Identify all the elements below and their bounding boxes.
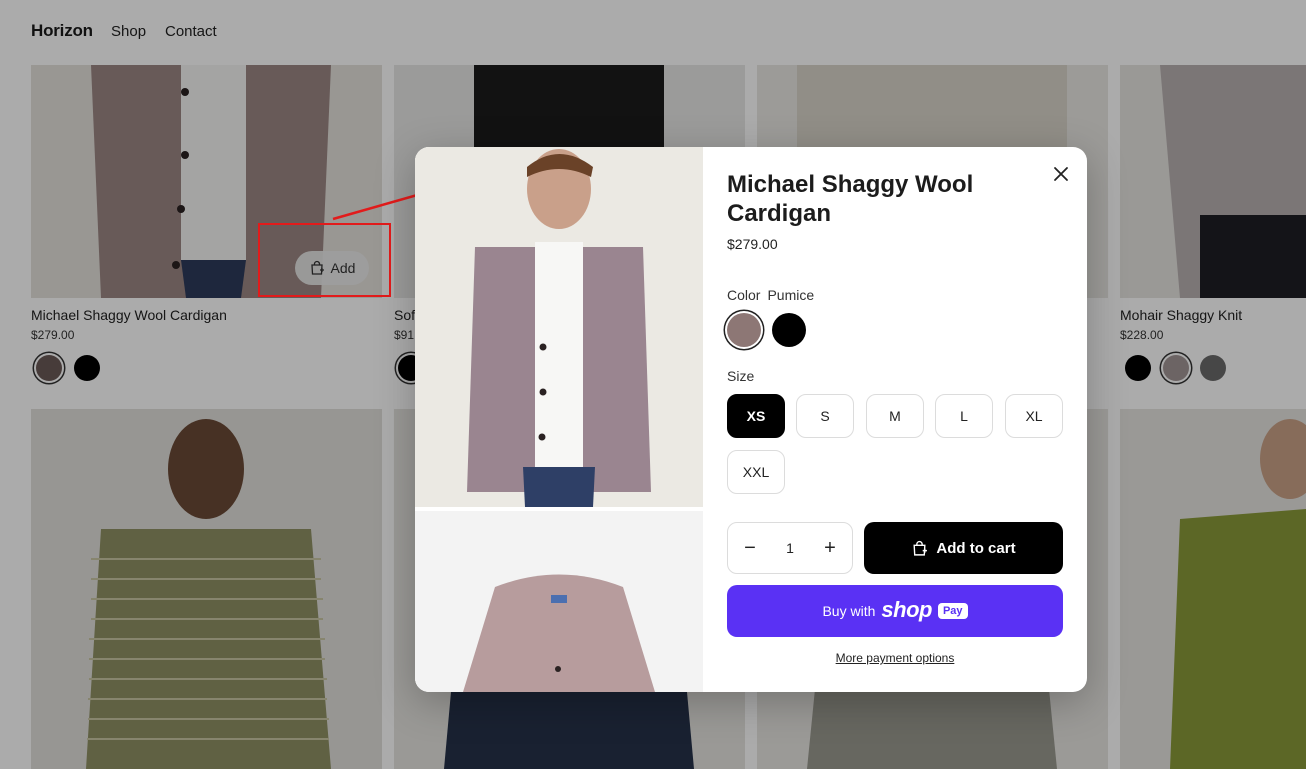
add-to-cart-button[interactable]: Add to cart [864, 522, 1063, 574]
color-label: Color Pumice [727, 287, 814, 303]
buy-with-label: Buy with [822, 603, 876, 619]
modal-product-title: Michael Shaggy Wool Cardigan [727, 171, 974, 227]
close-icon[interactable] [1050, 163, 1072, 185]
modal-product-details: Michael Shaggy Wool Cardigan $279.00 Col… [703, 147, 1087, 692]
add-to-cart-label: Add to cart [936, 539, 1016, 557]
size-option-l[interactable]: L [935, 394, 993, 438]
bag-plus-icon [913, 540, 928, 556]
annotation-highlight-box [258, 223, 391, 297]
size-option-xl[interactable]: XL [1005, 394, 1063, 438]
color-swatch-black[interactable] [772, 313, 806, 347]
pay-badge: Pay [937, 603, 968, 619]
quantity-increase-button[interactable]: + [819, 537, 841, 559]
size-option-m[interactable]: M [866, 394, 924, 438]
quantity-value[interactable]: 1 [778, 540, 802, 556]
quantity-decrease-button[interactable]: − [739, 537, 761, 559]
size-label: Size [727, 368, 755, 384]
quantity-stepper: − 1 + [727, 522, 853, 574]
size-option-xxl[interactable]: XXL [727, 450, 785, 494]
more-payment-options-link[interactable]: More payment options [727, 651, 1063, 665]
modal-product-price: $279.00 [727, 236, 778, 252]
quick-add-modal: Michael Shaggy Wool Cardigan $279.00 Col… [415, 147, 1087, 692]
shop-pay-button[interactable]: Buy with shop Pay [727, 585, 1063, 637]
shop-pay-logo: shop [881, 597, 932, 622]
color-swatch-pumice[interactable] [727, 313, 761, 347]
size-option-xs[interactable]: XS [727, 394, 785, 438]
modal-product-gallery[interactable] [415, 147, 703, 692]
selected-color-name: Pumice [767, 287, 815, 303]
storefront-page: Horizon Shop Contact Add Michael Shaggy … [0, 0, 1306, 769]
cardigan-product-photos [415, 147, 703, 692]
size-option-s[interactable]: S [796, 394, 854, 438]
color-label-text: Color [727, 287, 761, 303]
